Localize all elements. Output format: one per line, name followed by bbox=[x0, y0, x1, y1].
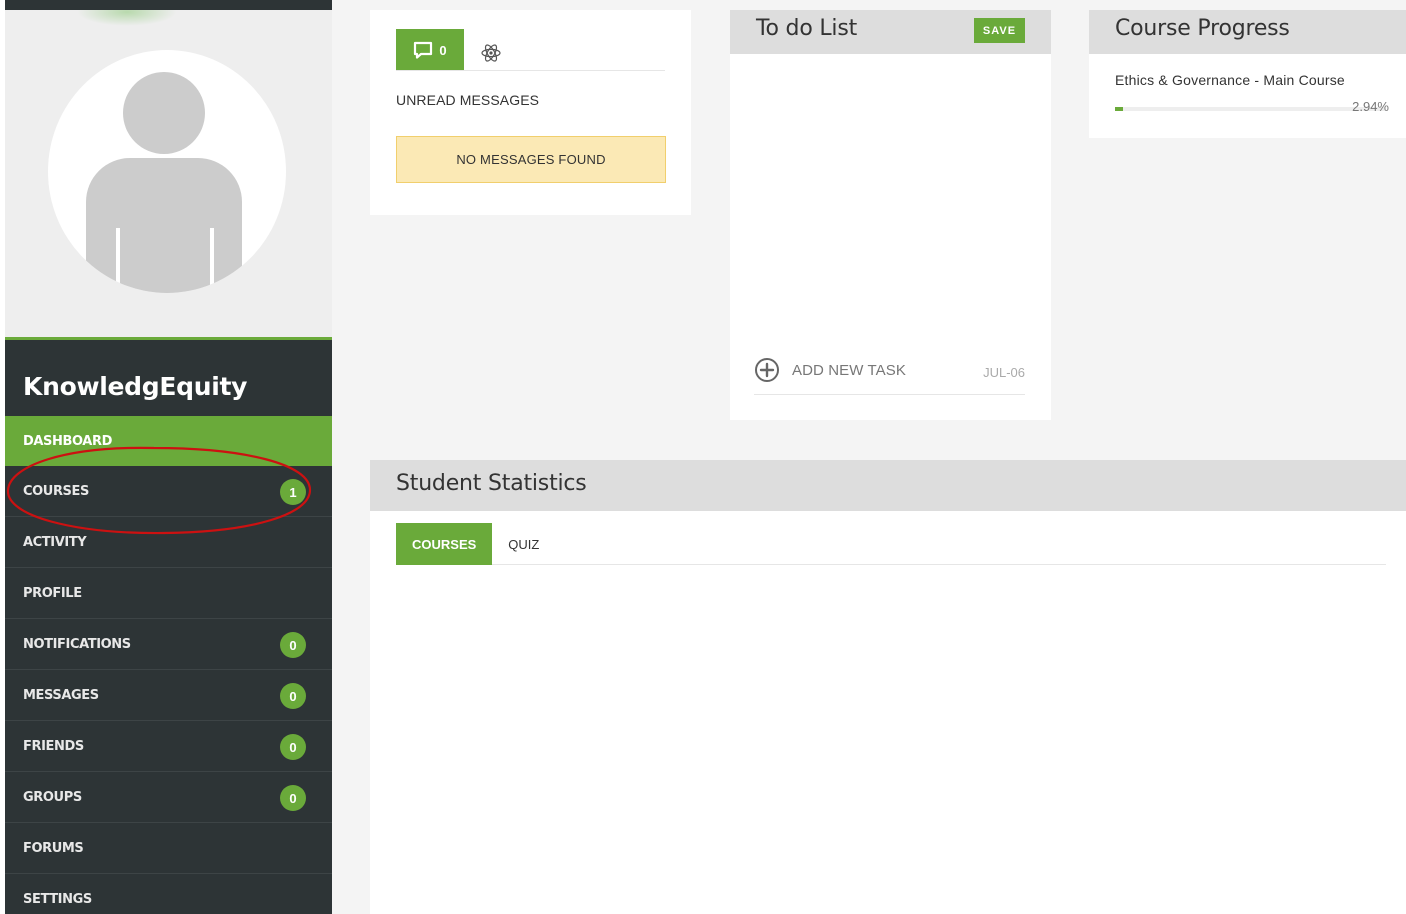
divider bbox=[396, 70, 665, 71]
sidebar-item-groups[interactable]: GROUPS 0 bbox=[5, 772, 332, 823]
sidebar-item-label: FORUMS bbox=[23, 840, 84, 856]
avatar-arm-line bbox=[210, 228, 214, 293]
student-statistics-header: Student Statistics bbox=[370, 460, 1406, 511]
sidebar-item-dashboard[interactable]: DASHBOARD bbox=[5, 416, 332, 466]
courses-count-badge: 1 bbox=[280, 479, 306, 505]
sidebar-item-label: PROFILE bbox=[23, 585, 82, 601]
groups-count-badge: 0 bbox=[280, 785, 306, 811]
add-new-task-button[interactable]: ADD NEW TASK bbox=[754, 357, 906, 383]
unread-messages-label: UNREAD MESSAGES bbox=[396, 92, 540, 108]
messages-count-badge: 0 bbox=[280, 683, 306, 709]
sidebar-item-activity[interactable]: ACTIVITY bbox=[5, 517, 332, 568]
notifications-count-badge: 0 bbox=[280, 632, 306, 658]
sidebar-item-label: MESSAGES bbox=[23, 687, 99, 703]
progress-course-name[interactable]: Ethics & Governance - Main Course bbox=[1115, 72, 1345, 88]
sidebar-item-messages[interactable]: MESSAGES 0 bbox=[5, 670, 332, 721]
avatar-arm-line bbox=[116, 228, 120, 293]
sidebar-item-label: COURSES bbox=[23, 483, 89, 499]
progress-header: Course Progress bbox=[1089, 10, 1406, 54]
site-title: KnowledgEquity bbox=[23, 372, 248, 401]
tab-courses[interactable]: COURSES bbox=[396, 523, 493, 565]
save-button[interactable]: SAVE bbox=[974, 18, 1025, 43]
progress-title: Course Progress bbox=[1115, 16, 1290, 41]
messages-count: 0 bbox=[439, 42, 447, 58]
profile-photo-area bbox=[5, 10, 332, 340]
divider bbox=[754, 394, 1025, 395]
sidebar-nav: DASHBOARD COURSES 1 ACTIVITY PROFILE NOT… bbox=[5, 416, 332, 914]
sidebar-item-profile[interactable]: PROFILE bbox=[5, 568, 332, 619]
messages-button[interactable]: 0 bbox=[396, 29, 464, 71]
todo-card: To do List SAVE ADD NEW TASK JUL-06 bbox=[730, 10, 1051, 420]
no-messages-notice: NO MESSAGES FOUND bbox=[396, 136, 666, 183]
sidebar-item-label: DASHBOARD bbox=[23, 433, 112, 449]
statistics-tabs: COURSES QUIZ bbox=[396, 523, 1386, 565]
avatar-body-shape bbox=[86, 158, 242, 293]
friends-count-badge: 0 bbox=[280, 734, 306, 760]
progress-fill bbox=[1115, 107, 1123, 111]
task-date: JUL-06 bbox=[983, 365, 1025, 380]
progress-bar bbox=[1115, 107, 1385, 111]
sidebar-item-notifications[interactable]: NOTIFICATIONS 0 bbox=[5, 619, 332, 670]
sidebar-item-label: FRIENDS bbox=[23, 738, 84, 754]
avatar[interactable] bbox=[48, 50, 286, 293]
atom-icon[interactable] bbox=[480, 42, 502, 64]
course-progress-card: Course Progress Ethics & Governance - Ma… bbox=[1089, 10, 1406, 138]
todo-title: To do List bbox=[756, 16, 858, 41]
progress-percent: 2.94% bbox=[1352, 99, 1389, 114]
sidebar-item-label: SETTINGS bbox=[23, 891, 92, 907]
messages-card: 0 UNREAD MESSAGES NO MESSAGES FOUND bbox=[370, 10, 691, 215]
sidebar: KnowledgEquity DASHBOARD COURSES 1 ACTIV… bbox=[5, 0, 332, 914]
plus-circle-icon bbox=[755, 358, 779, 382]
add-task-label: ADD NEW TASK bbox=[792, 361, 906, 379]
sidebar-item-friends[interactable]: FRIENDS 0 bbox=[5, 721, 332, 772]
student-statistics-title: Student Statistics bbox=[396, 471, 587, 496]
todo-header: To do List SAVE bbox=[730, 10, 1051, 54]
sidebar-item-courses[interactable]: COURSES 1 bbox=[5, 466, 332, 517]
avatar-glow-decoration bbox=[77, 10, 177, 26]
main-content: 0 UNREAD MESSAGES NO MESSAGES FOUND To d… bbox=[332, 0, 1406, 914]
avatar-head-shape bbox=[123, 72, 205, 154]
sidebar-item-label: GROUPS bbox=[23, 789, 82, 805]
student-statistics-body: COURSES QUIZ bbox=[370, 511, 1406, 914]
chat-bubble-icon bbox=[414, 41, 433, 59]
sidebar-item-settings[interactable]: SETTINGS bbox=[5, 874, 332, 914]
sidebar-item-forums[interactable]: FORUMS bbox=[5, 823, 332, 874]
sidebar-item-label: ACTIVITY bbox=[23, 534, 87, 550]
tab-quiz[interactable]: QUIZ bbox=[492, 523, 555, 565]
sidebar-item-label: NOTIFICATIONS bbox=[23, 636, 131, 652]
